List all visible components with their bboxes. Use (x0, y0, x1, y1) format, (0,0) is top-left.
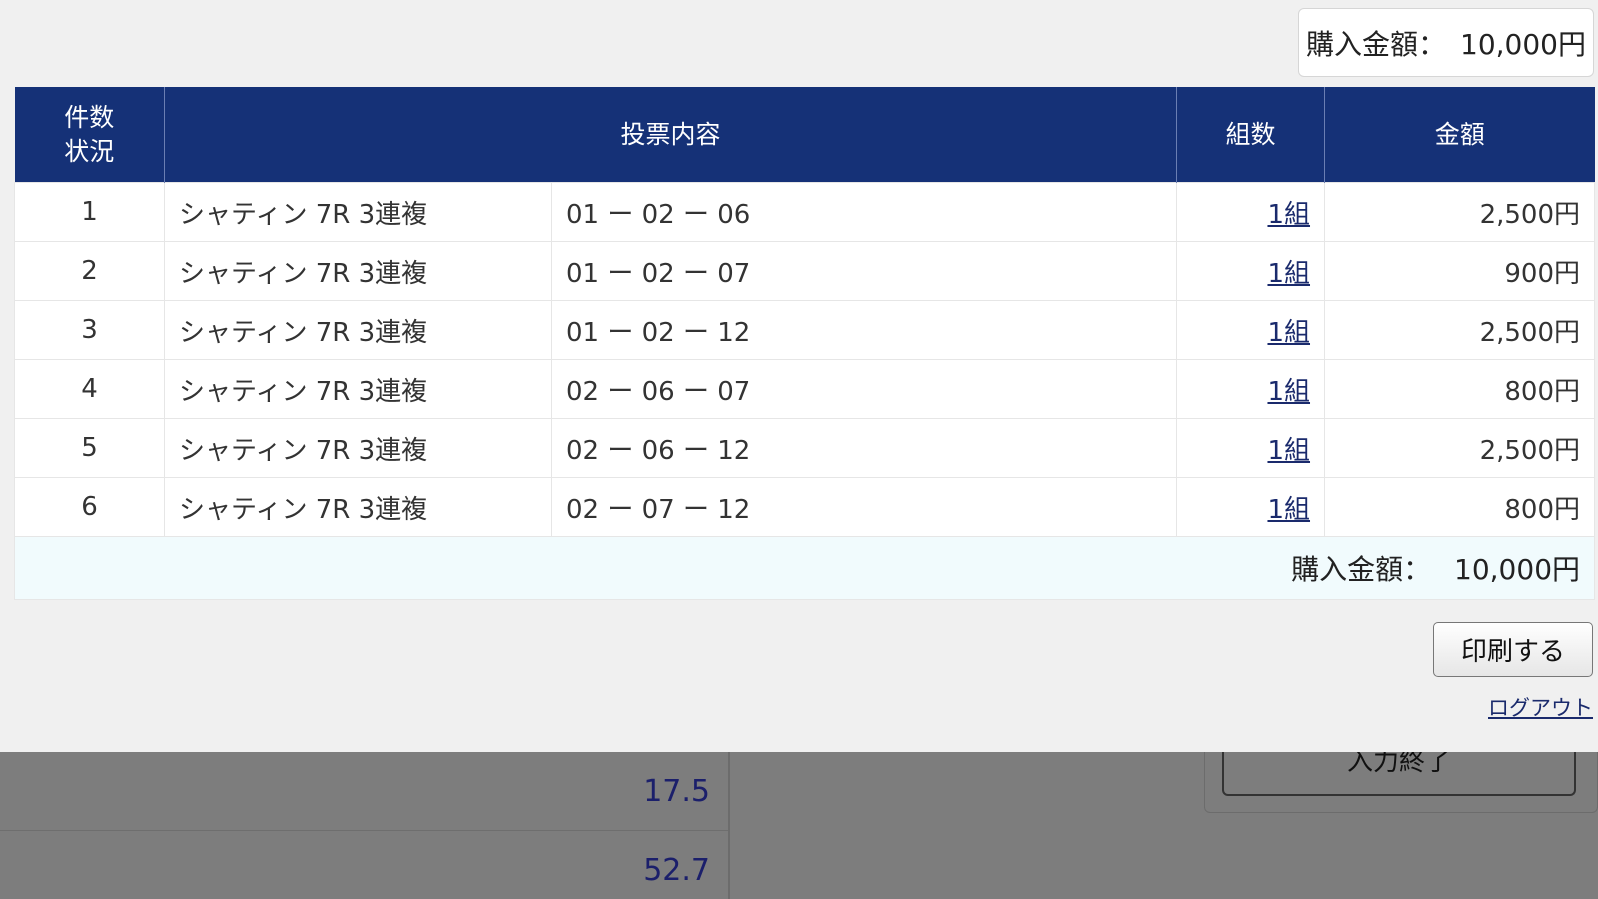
row-number: 6 (14, 477, 165, 537)
row-kumi-cell: 1組 (1176, 300, 1326, 360)
purchase-total-label: 購入金額： (1306, 27, 1447, 61)
row-race: シャティン 7R 3連複 (164, 182, 552, 242)
purchase-total-box: 購入金額： 10,000円 (1298, 8, 1594, 77)
background-divider (728, 752, 730, 899)
row-combination: 02 ー 06 ー 07 (550, 359, 1178, 419)
background-value: 52.7 (643, 853, 710, 888)
row-amount: 2,500円 (1324, 300, 1596, 360)
header-content: 投票内容 (164, 87, 1178, 183)
table-total-row: 購入金額： 10,000円 (13, 536, 1596, 600)
purchase-total-amount: 10,000円 (1460, 27, 1586, 61)
row-number: 1 (14, 182, 165, 242)
row-kumi-link[interactable]: 1組 (1267, 200, 1310, 230)
header-amount: 金額 (1324, 87, 1595, 183)
background-row: 52.7 (0, 831, 728, 899)
row-amount: 900円 (1324, 241, 1596, 301)
table-row: 1 シャティン 7R 3連複 01 ー 02 ー 06 1組 2,500円 (14, 182, 1596, 242)
table-total-amount: 10,000円 (1454, 553, 1581, 586)
row-number: 2 (14, 241, 165, 301)
row-amount: 2,500円 (1324, 418, 1596, 478)
table-header-row: 件数 状況 投票内容 組数 金額 (14, 87, 1595, 183)
row-combination: 01 ー 02 ー 07 (550, 241, 1178, 301)
row-amount: 800円 (1324, 359, 1596, 419)
row-kumi-link[interactable]: 1組 (1267, 377, 1310, 407)
table-row: 2 シャティン 7R 3連複 01 ー 02 ー 07 1組 900円 (14, 241, 1596, 301)
background-value: 17.5 (643, 774, 710, 809)
row-combination: 02 ー 07 ー 12 (550, 477, 1178, 537)
table-row: 4 シャティン 7R 3連複 02 ー 06 ー 07 1組 800円 (14, 359, 1596, 419)
table-total-cell: 購入金額： 10,000円 (13, 536, 1596, 600)
row-amount: 2,500円 (1324, 182, 1596, 242)
table-row: 5 シャティン 7R 3連複 02 ー 06 ー 12 1組 2,500円 (14, 418, 1596, 478)
row-kumi-cell: 1組 (1176, 182, 1326, 242)
row-kumi-link[interactable]: 1組 (1267, 495, 1310, 525)
row-race: シャティン 7R 3連複 (164, 359, 552, 419)
row-combination: 02 ー 06 ー 12 (550, 418, 1178, 478)
row-race: シャティン 7R 3連複 (164, 241, 552, 301)
purchase-confirmation-modal: 購入金額： 10,000円 件数 状況 投票内容 組数 金額 1 シャティン 7… (0, 0, 1598, 752)
background-page: 17.5 52.7 入力終了 (0, 732, 1598, 899)
row-race: シャティン 7R 3連複 (164, 477, 552, 537)
row-combination: 01 ー 02 ー 12 (550, 300, 1178, 360)
table-row: 3 シャティン 7R 3連複 01 ー 02 ー 12 1組 2,500円 (14, 300, 1596, 360)
row-kumi-link[interactable]: 1組 (1267, 318, 1310, 348)
table-total-label: 購入金額： (1291, 553, 1432, 586)
row-race: シャティン 7R 3連複 (164, 300, 552, 360)
bet-table: 件数 状況 投票内容 組数 金額 1 シャティン 7R 3連複 01 ー 02 … (13, 87, 1596, 600)
row-kumi-cell: 1組 (1176, 241, 1326, 301)
print-button[interactable]: 印刷する (1433, 622, 1593, 677)
row-number: 5 (14, 418, 165, 478)
row-combination: 01 ー 02 ー 06 (550, 182, 1178, 242)
row-amount: 800円 (1324, 477, 1596, 537)
row-kumi-cell: 1組 (1176, 477, 1326, 537)
header-count-status: 件数 状況 (14, 87, 165, 183)
row-kumi-link[interactable]: 1組 (1267, 259, 1310, 289)
row-kumi-cell: 1組 (1176, 418, 1326, 478)
row-number: 3 (14, 300, 165, 360)
background-row: 17.5 (0, 752, 728, 831)
table-row: 6 シャティン 7R 3連複 02 ー 07 ー 12 1組 800円 (14, 477, 1596, 537)
header-kumi: 組数 (1176, 87, 1326, 183)
row-number: 4 (14, 359, 165, 419)
row-kumi-cell: 1組 (1176, 359, 1326, 419)
row-race: シャティン 7R 3連複 (164, 418, 552, 478)
logout-link[interactable]: ログアウト (1488, 692, 1593, 722)
row-kumi-link[interactable]: 1組 (1267, 436, 1310, 466)
